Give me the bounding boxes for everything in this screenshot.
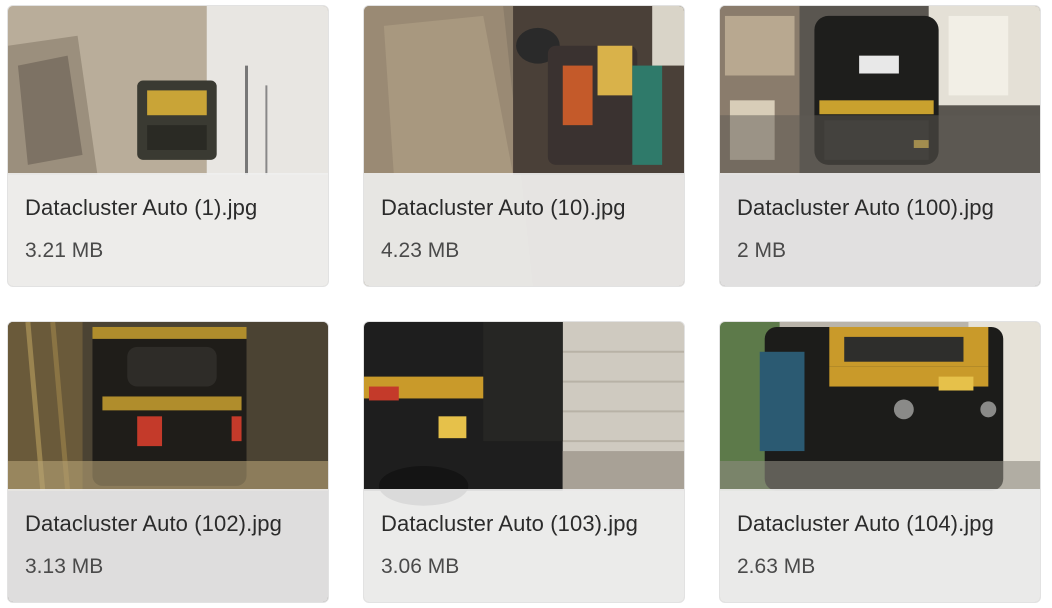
- file-size: 3.06 MB: [381, 555, 460, 578]
- file-caption: Datacluster Auto (102).jpg 3.13 MB: [8, 489, 328, 602]
- file-size: 3.21 MB: [25, 239, 104, 262]
- file-name: Datacluster Auto (1).jpg: [25, 195, 258, 220]
- file-card[interactable]: Datacluster Auto (1).jpg 3.21 MB: [7, 5, 329, 287]
- file-size: 2 MB: [737, 239, 787, 262]
- file-card[interactable]: Datacluster Auto (104).jpg 2.63 MB: [719, 321, 1041, 603]
- file-card[interactable]: Datacluster Auto (103).jpg 3.06 MB: [363, 321, 685, 603]
- file-grid: Datacluster Auto (1).jpg 3.21 MB Dataclu…: [0, 0, 1052, 608]
- file-name: Datacluster Auto (102).jpg: [25, 511, 282, 536]
- file-caption: Datacluster Auto (104).jpg 2.63 MB: [720, 489, 1040, 602]
- file-size: 2.63 MB: [737, 555, 816, 578]
- file-card[interactable]: Datacluster Auto (10).jpg 4.23 MB: [363, 5, 685, 287]
- file-size: 4.23 MB: [381, 239, 460, 262]
- file-card[interactable]: Datacluster Auto (100).jpg 2 MB: [719, 5, 1041, 287]
- file-name: Datacluster Auto (100).jpg: [737, 195, 994, 220]
- file-caption: Datacluster Auto (1).jpg 3.21 MB: [8, 173, 328, 286]
- file-size: 3.13 MB: [25, 555, 104, 578]
- file-caption: Datacluster Auto (103).jpg 3.06 MB: [364, 489, 684, 602]
- file-name: Datacluster Auto (103).jpg: [381, 511, 638, 536]
- file-caption: Datacluster Auto (100).jpg 2 MB: [720, 173, 1040, 286]
- file-caption: Datacluster Auto (10).jpg 4.23 MB: [364, 173, 684, 286]
- file-name: Datacluster Auto (10).jpg: [381, 195, 626, 220]
- file-name: Datacluster Auto (104).jpg: [737, 511, 994, 536]
- file-card[interactable]: Datacluster Auto (102).jpg 3.13 MB: [7, 321, 329, 603]
